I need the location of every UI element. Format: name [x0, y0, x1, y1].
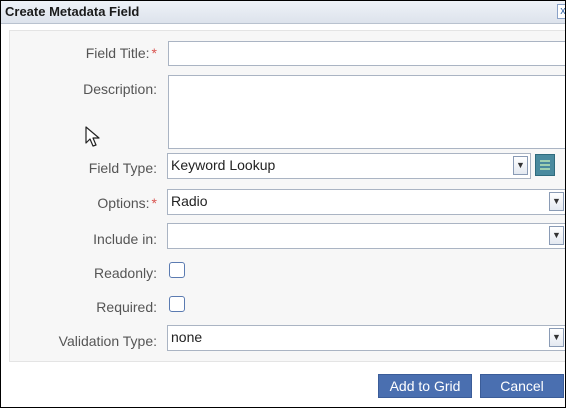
validation-type-select[interactable]: none ▼	[167, 325, 565, 351]
cancel-button[interactable]: Cancel	[480, 374, 564, 398]
validation-type-value: none	[171, 329, 203, 345]
required-label: Required:	[96, 299, 157, 315]
add-to-grid-button[interactable]: Add to Grid	[378, 374, 472, 398]
readonly-label: Readonly:	[93, 265, 157, 281]
chevron-down-icon[interactable]: ▼	[549, 328, 564, 347]
required-checkbox[interactable]	[169, 296, 185, 312]
grid-icon-row	[540, 168, 550, 170]
chevron-down-icon[interactable]: ▼	[549, 226, 564, 245]
required-marker: *	[151, 45, 157, 61]
field-type-value: Keyword Lookup	[171, 157, 276, 173]
include-in-select[interactable]: ▼	[167, 223, 565, 249]
field-title-input[interactable]	[168, 41, 565, 66]
validation-type-label: Validation Type:	[58, 333, 157, 349]
description-label: Description:	[83, 81, 157, 97]
grid-icon-row	[540, 160, 550, 162]
options-label: Options: *	[5, 195, 157, 211]
field-title-label-text: Field Title:	[85, 45, 150, 61]
dialog-titlebar[interactable]: Create Metadata Field x	[1, 1, 565, 24]
include-in-label: Include in:	[93, 231, 157, 247]
options-value: Radio	[171, 193, 208, 209]
grid-icon-row	[540, 164, 550, 166]
readonly-checkbox[interactable]	[169, 262, 185, 278]
chevron-down-icon[interactable]: ▼	[513, 156, 528, 175]
field-title-label: Field Title: *	[5, 45, 157, 61]
grid-icon[interactable]	[535, 154, 555, 176]
options-label-text: Options:	[97, 195, 150, 211]
create-metadata-field-dialog: Create Metadata Field x Field Title: * De…	[0, 0, 566, 408]
required-marker: *	[151, 195, 157, 211]
field-type-label: Field Type:	[88, 160, 157, 176]
chevron-down-icon[interactable]: ▼	[549, 192, 564, 211]
description-textarea[interactable]	[168, 75, 565, 149]
dialog-title: Create Metadata Field	[5, 4, 140, 19]
mouse-cursor-icon	[85, 126, 100, 147]
field-type-select[interactable]: Keyword Lookup ▼	[167, 153, 531, 179]
options-select[interactable]: Radio ▼	[167, 189, 565, 215]
close-icon[interactable]: x	[557, 4, 565, 19]
